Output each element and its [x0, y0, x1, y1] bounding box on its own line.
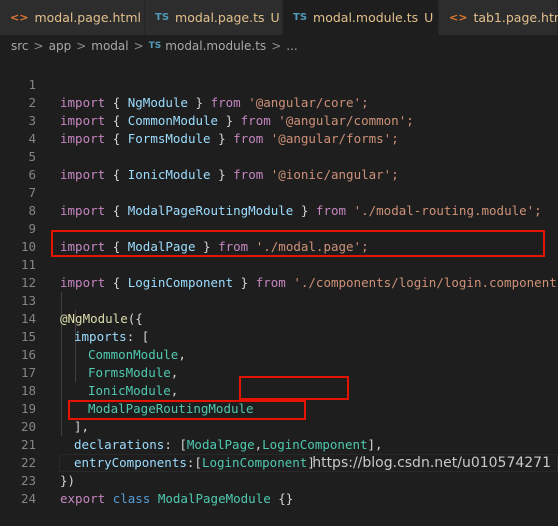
code-line: 6 — [0, 148, 558, 182]
breadcrumb: src > app > modal > TS modal.module.ts >… — [0, 35, 558, 57]
chevron-right-icon: > — [76, 39, 87, 53]
code-line: 3 import { FormsModule } from '@angular/… — [0, 94, 558, 146]
breadcrumb-item-file[interactable]: modal.module.ts — [165, 39, 266, 53]
code-line: 22 }) — [0, 436, 558, 488]
code-line: 2 import { CommonModule } from '@angular… — [0, 76, 558, 128]
highlight-box-declarations — [239, 376, 349, 400]
chevron-right-icon: > — [271, 39, 282, 53]
html-file-icon: <> — [449, 11, 468, 24]
chevron-right-icon: > — [33, 39, 44, 53]
code-line: 4 — [0, 112, 558, 146]
code-line: 16 FormsModule, — [0, 328, 558, 380]
code-line: 15 CommonModule, — [0, 310, 558, 362]
breadcrumb-item-src[interactable]: src — [11, 39, 29, 53]
code-line: 9 import { ModalPage } from './modal.pag… — [0, 202, 558, 254]
tab-label: modal.page.html — [34, 10, 141, 25]
ts-file-icon: TS — [155, 12, 170, 23]
code-line: 24 — [0, 472, 558, 506]
tab-label: modal.page.ts — [175, 10, 265, 25]
highlight-box-entry-components — [68, 400, 306, 420]
code-line: 5 import { IonicModule } from '@ionic/an… — [0, 130, 558, 182]
code-line: 7 import { ModalPageRoutingModule } from… — [0, 166, 558, 218]
ts-file-icon: TS — [293, 12, 308, 23]
breadcrumb-item-modal[interactable]: modal — [91, 39, 128, 53]
tab-modal-module-ts[interactable]: TS modal.module.ts U × — [283, 0, 452, 35]
tab-modal-page-html[interactable]: <> modal.page.html U — [0, 0, 156, 35]
line-number: 24 — [20, 491, 36, 506]
tab-label: modal.module.ts — [313, 10, 419, 25]
untracked-badge: U — [270, 10, 280, 25]
html-file-icon: <> — [10, 11, 29, 24]
code-line: 8 — [0, 184, 558, 218]
highlight-box-login-import — [51, 230, 545, 257]
untracked-badge: U — [424, 10, 434, 25]
code-line: 13 @NgModule({ — [0, 274, 558, 326]
editor-tab-bar: <> modal.page.html U TS modal.page.ts U … — [0, 0, 558, 35]
code-line: 17 IonicModule, — [0, 346, 558, 398]
tab-modal-page-ts[interactable]: TS modal.page.ts U — [145, 0, 283, 35]
tab-tab1-page-html[interactable]: <> tab1.page.html — [439, 0, 558, 35]
code-line: 12 — [0, 256, 558, 290]
breadcrumb-item-more[interactable]: ... — [286, 39, 297, 53]
watermark-text: https://blog.csdn.net/u010574271 — [312, 455, 551, 471]
ts-file-icon: TS — [148, 41, 162, 51]
code-line: 21 entryComponents:[LoginComponent] — [0, 418, 558, 470]
chevron-right-icon: > — [133, 39, 144, 53]
breadcrumb-item-app[interactable]: app — [49, 39, 72, 53]
code-line: 1 import { NgModule } from '@angular/cor… — [0, 58, 558, 110]
tab-label: tab1.page.html — [473, 10, 558, 25]
code-line: 14 imports: [ — [0, 292, 558, 344]
